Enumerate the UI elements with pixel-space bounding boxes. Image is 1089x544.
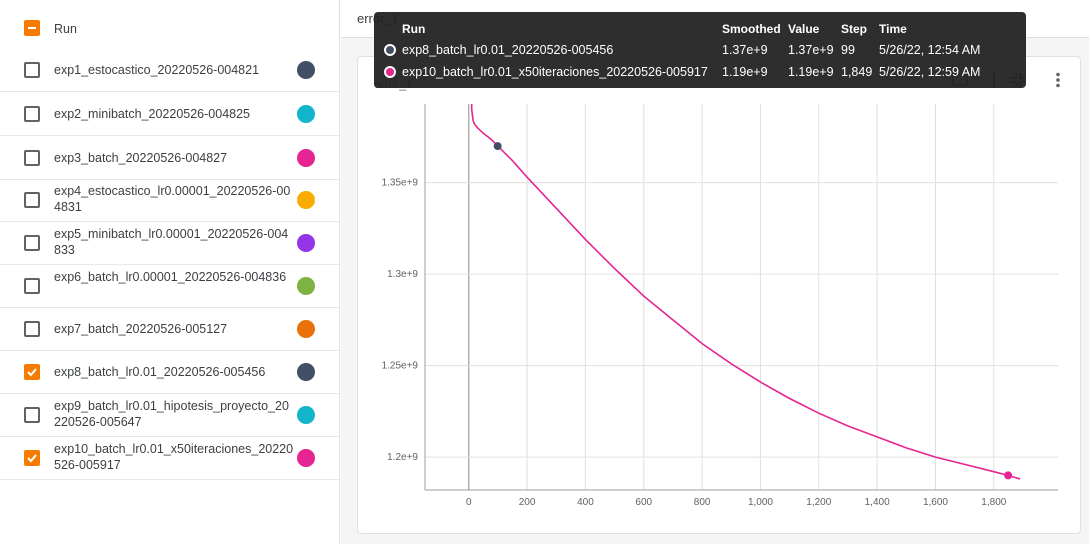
x-tick-label: 1,200: [806, 497, 831, 508]
run-label: exp1_estocastico_20220526-004821: [54, 63, 260, 77]
run-checkbox[interactable]: [24, 278, 40, 294]
line-chart[interactable]: 0 200 400 600 800 1,000 1,200 1,400 1,600 1,800 1.…: [358, 57, 1082, 535]
y-tick-label: 1.35e+9: [382, 178, 419, 189]
run-checkbox[interactable]: [24, 62, 40, 78]
run-checkbox[interactable]: [24, 407, 40, 423]
run-label: exp3_batch_20220526-004827: [54, 151, 228, 165]
run-label: exp6_batch_lr0.00001_20220526-004836: [54, 270, 287, 284]
tooltip-header-smoothed: Smoothed: [722, 22, 781, 36]
run-color-swatch[interactable]: [297, 234, 315, 252]
run-checkbox[interactable]: [24, 235, 40, 251]
x-tick-label: 600: [635, 497, 652, 508]
run-label: exp10_batch_lr0.01_x50iteraciones_202205…: [54, 442, 294, 472]
select-all-checkbox[interactable]: [24, 20, 40, 36]
run-color-swatch[interactable]: [297, 191, 315, 209]
chart-card: error_1 02004006008001,0001,2001,4001,60…: [357, 56, 1081, 534]
check-icon: [27, 368, 37, 377]
tooltip-run-color-dot: [384, 44, 396, 56]
y-tick-label: 1.25e+9: [382, 361, 419, 372]
run-checkbox[interactable]: [24, 106, 40, 122]
run-color-swatch[interactable]: [297, 320, 315, 338]
x-tick-label: 0: [466, 497, 472, 508]
tooltip-smoothed: 1.19e+9: [722, 65, 768, 79]
tooltip-step: 1,849: [841, 65, 873, 79]
x-tick-label: 1,400: [865, 497, 890, 508]
x-tick-label: 1,800: [981, 497, 1006, 508]
tooltip-time: 5/26/22, 12:59 AM: [879, 65, 981, 79]
run-label: exp9_batch_lr0.01_hipotesis_proyecto_202…: [54, 399, 289, 429]
run-label: exp2_minibatch_20220526-004825: [54, 107, 250, 121]
run-label: exp5_minibatch_lr0.00001_20220526-004833: [54, 227, 289, 257]
hover-point: [1004, 471, 1013, 480]
run-color-swatch[interactable]: [297, 149, 315, 167]
run-color-swatch[interactable]: [297, 61, 315, 79]
run-row[interactable]: exp5_minibatch_lr0.00001_20220526-004833: [0, 221, 339, 265]
run-row[interactable]: exp4_estocastico_lr0.00001_20220526-0048…: [0, 178, 339, 222]
run-row[interactable]: exp6_batch_lr0.00001_20220526-004836: [0, 264, 339, 308]
chart-tooltip: Run Smoothed Value Step Time exp8_batch_…: [374, 12, 1026, 88]
run-selector: Run exp1_estocastico_20220526-004821 exp2…: [0, 0, 340, 544]
tooltip-header-step: Step: [841, 22, 868, 36]
hover-point: [493, 142, 502, 151]
tooltip-value: 1.37e+9: [788, 43, 834, 57]
run-checkbox[interactable]: [24, 150, 40, 166]
run-color-swatch[interactable]: [297, 105, 315, 123]
tooltip-header-value: Value: [788, 22, 820, 36]
run-color-swatch[interactable]: [297, 277, 315, 295]
run-color-swatch[interactable]: [297, 449, 315, 467]
run-row[interactable]: exp8_batch_lr0.01_20220526-005456: [0, 350, 339, 394]
y-tick-label: 1.3e+9: [387, 269, 418, 280]
run-checkbox[interactable]: [24, 192, 40, 208]
x-tick-label: 200: [519, 497, 536, 508]
run-checkbox[interactable]: [24, 364, 40, 380]
check-icon: [27, 454, 37, 463]
x-tick-label: 1,600: [923, 497, 948, 508]
run-checkbox[interactable]: [24, 450, 40, 466]
x-tick-label: 400: [577, 497, 594, 508]
tooltip-header-time: Time: [879, 22, 907, 36]
run-row[interactable]: exp9_batch_lr0.01_hipotesis_proyecto_202…: [0, 393, 339, 437]
tooltip-run-color-dot: [384, 66, 396, 78]
run-header-label: Run: [54, 22, 77, 36]
tooltip-step: 99: [841, 43, 855, 57]
run-row[interactable]: exp3_batch_20220526-004827: [0, 136, 339, 180]
run-row[interactable]: exp10_batch_lr0.01_x50iteraciones_202205…: [0, 436, 339, 480]
y-tick-label: 1.2e+9: [387, 452, 418, 463]
tensorboard-scalars-view: Run exp1_estocastico_20220526-004821 exp2…: [0, 0, 1089, 544]
run-header: Run: [0, 8, 339, 48]
run-row[interactable]: exp1_estocastico_20220526-004821: [0, 48, 339, 92]
run-row[interactable]: exp2_minibatch_20220526-004825: [0, 92, 339, 136]
tooltip-header-run: Run: [402, 22, 426, 36]
run-label: exp7_batch_20220526-005127: [54, 322, 228, 336]
series-line: [470, 104, 1021, 480]
x-tick-label: 1,000: [748, 497, 773, 508]
tooltip-time: 5/26/22, 12:54 AM: [879, 43, 981, 57]
tooltip-value: 1.19e+9: [788, 65, 834, 79]
run-color-swatch[interactable]: [297, 406, 315, 424]
indeterminate-icon: [28, 27, 36, 29]
run-label: exp4_estocastico_lr0.00001_20220526-0048…: [54, 184, 291, 214]
run-checkbox[interactable]: [24, 321, 40, 337]
x-tick-label: 800: [694, 497, 711, 508]
tooltip-smoothed: 1.37e+9: [722, 43, 768, 57]
run-label: exp8_batch_lr0.01_20220526-005456: [54, 365, 266, 379]
run-row[interactable]: exp7_batch_20220526-005127: [0, 307, 339, 351]
run-color-swatch[interactable]: [297, 363, 315, 381]
tooltip-run: exp10_batch_lr0.01_x50iteraciones_202205…: [402, 65, 708, 79]
tooltip-run: exp8_batch_lr0.01_20220526-005456: [402, 43, 614, 57]
